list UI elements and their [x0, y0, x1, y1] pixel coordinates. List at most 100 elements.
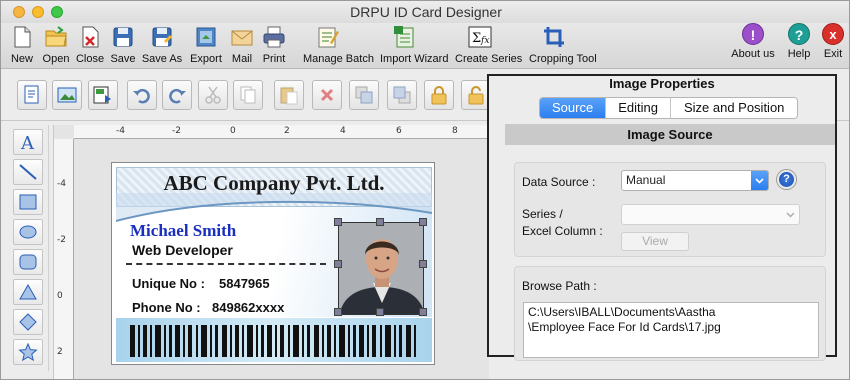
rounded-rectangle-tool-button[interactable] — [13, 249, 43, 275]
ruler-tick: 4 — [340, 126, 346, 136]
print-button[interactable]: Print — [259, 23, 289, 69]
drawing-tools-palette: A — [9, 125, 49, 371]
properties-button[interactable] — [17, 80, 47, 110]
new-document-icon — [14, 26, 31, 48]
horizontal-ruler: -4 -2 0 2 4 6 8 — [74, 125, 490, 139]
save-as-button[interactable]: Save As — [142, 23, 182, 69]
resize-handle[interactable] — [334, 308, 342, 316]
lock-button[interactable] — [424, 80, 454, 110]
picture-icon — [57, 87, 77, 103]
tab-size-and-position[interactable]: Size and Position — [670, 98, 798, 118]
data-source-label: Data Source : — [522, 175, 596, 189]
cut-button[interactable] — [198, 80, 228, 110]
question-icon: ? — [783, 173, 790, 185]
svg-text:A: A — [20, 133, 35, 151]
manage-batch-button[interactable]: Manage Batch — [303, 23, 374, 69]
send-backward-icon — [393, 86, 411, 104]
copy-icon — [240, 86, 256, 104]
open-folder-icon — [45, 26, 67, 47]
view-button[interactable]: View — [621, 232, 689, 251]
undo-arrow-icon — [133, 88, 150, 104]
diamond-tool-button[interactable] — [13, 309, 43, 335]
vertical-ruler: -4 -2 0 2 — [54, 139, 74, 379]
ruler-tick: 0 — [57, 291, 63, 301]
undo-button[interactable] — [127, 80, 157, 110]
unlock-icon — [468, 86, 484, 105]
resize-handle[interactable] — [376, 308, 384, 316]
browse-path-line-1: C:\Users\IBALL\Documents\Aastha — [528, 305, 716, 319]
data-source-help-button[interactable]: ? — [777, 170, 796, 189]
help-button[interactable]: ? Help — [784, 23, 814, 69]
text-a-icon: A — [20, 133, 35, 151]
card-background-icon — [93, 86, 111, 104]
data-source-value: Manual — [626, 173, 666, 187]
series-column-select[interactable] — [621, 204, 800, 225]
bring-forward-button[interactable] — [349, 80, 379, 110]
cropping-tool-label: Cropping Tool — [529, 53, 597, 65]
unique-no-value[interactable]: 5847965 — [219, 276, 270, 291]
browse-path-field[interactable]: C:\Users\IBALL\Documents\Aastha \Employe… — [523, 302, 819, 358]
star-tool-button[interactable] — [13, 339, 43, 365]
ruler-tick: 0 — [230, 126, 236, 136]
save-button[interactable]: Save — [108, 23, 138, 69]
redo-button[interactable] — [162, 80, 192, 110]
unique-no-label[interactable]: Unique No : — [132, 276, 205, 291]
copy-button[interactable] — [233, 80, 263, 110]
cropping-tool-button[interactable]: Cropping Tool — [529, 23, 597, 69]
employee-photo[interactable] — [338, 222, 424, 315]
about-us-button[interactable]: ! About us — [731, 23, 775, 69]
barcode[interactable] — [130, 325, 420, 357]
resize-handle[interactable] — [334, 218, 342, 226]
resize-handle[interactable] — [376, 218, 384, 226]
text-tool-button[interactable]: A — [13, 129, 43, 155]
data-source-select[interactable]: Manual — [621, 170, 769, 191]
line-tool-button[interactable] — [13, 159, 43, 185]
ruler-tick: 2 — [57, 347, 63, 357]
print-label: Print — [262, 53, 286, 65]
company-name[interactable]: ABC Company Pvt. Ltd. — [116, 171, 432, 196]
phone-no-value[interactable]: 849862xxxx — [212, 300, 284, 315]
id-card[interactable]: ABC Company Pvt. Ltd. Michael Smith Web … — [111, 162, 435, 365]
ellipse-tool-button[interactable] — [13, 219, 43, 245]
bring-forward-icon — [355, 86, 373, 104]
resize-handle[interactable] — [419, 308, 427, 316]
tab-editing[interactable]: Editing — [606, 98, 671, 118]
insert-picture-button[interactable] — [52, 80, 82, 110]
ruler-tick: -2 — [172, 126, 181, 136]
paste-button[interactable] — [274, 80, 304, 110]
resize-handle[interactable] — [419, 218, 427, 226]
mail-envelope-icon — [231, 30, 253, 46]
triangle-tool-button[interactable] — [13, 279, 43, 305]
ruler-tick: -2 — [57, 235, 66, 245]
exit-label: Exit — [823, 48, 843, 60]
dropdown-arrow — [751, 171, 768, 190]
create-series-button[interactable]: Σ fx Create Series — [455, 23, 522, 69]
browse-path-line-2: \Employee Face For Id Cards\17.jpg — [528, 320, 721, 334]
resize-handle[interactable] — [334, 260, 342, 268]
save-as-label: Save As — [141, 53, 183, 65]
dropdown-arrow — [782, 205, 799, 224]
resize-handle[interactable] — [419, 260, 427, 268]
about-us-label: About us — [731, 48, 775, 60]
send-backward-button[interactable] — [387, 80, 417, 110]
series-label-line1: Series / — [522, 207, 563, 221]
import-wizard-icon — [394, 26, 414, 48]
import-wizard-button[interactable]: Import Wizard — [380, 23, 448, 69]
delete-x-icon — [320, 88, 334, 102]
rectangle-tool-button[interactable] — [13, 189, 43, 215]
triangle-icon — [19, 283, 37, 300]
save-disk-icon — [113, 27, 133, 47]
tab-source[interactable]: Source — [540, 98, 607, 118]
sigma-series-icon: Σ fx — [468, 26, 492, 48]
delete-button[interactable] — [312, 80, 342, 110]
exit-button[interactable]: x Exit — [818, 23, 848, 69]
create-series-label: Create Series — [455, 53, 523, 65]
employee-role[interactable]: Web Developer — [132, 242, 233, 258]
scissors-icon — [205, 86, 221, 104]
card-background-button[interactable] — [88, 80, 118, 110]
ruler-tick: -4 — [116, 126, 125, 136]
phone-no-label[interactable]: Phone No : — [132, 300, 201, 315]
manage-batch-icon — [318, 27, 339, 48]
employee-name[interactable]: Michael Smith — [130, 221, 236, 241]
main-toolbar: New Open Close Save Save As Export Mail … — [1, 23, 849, 69]
